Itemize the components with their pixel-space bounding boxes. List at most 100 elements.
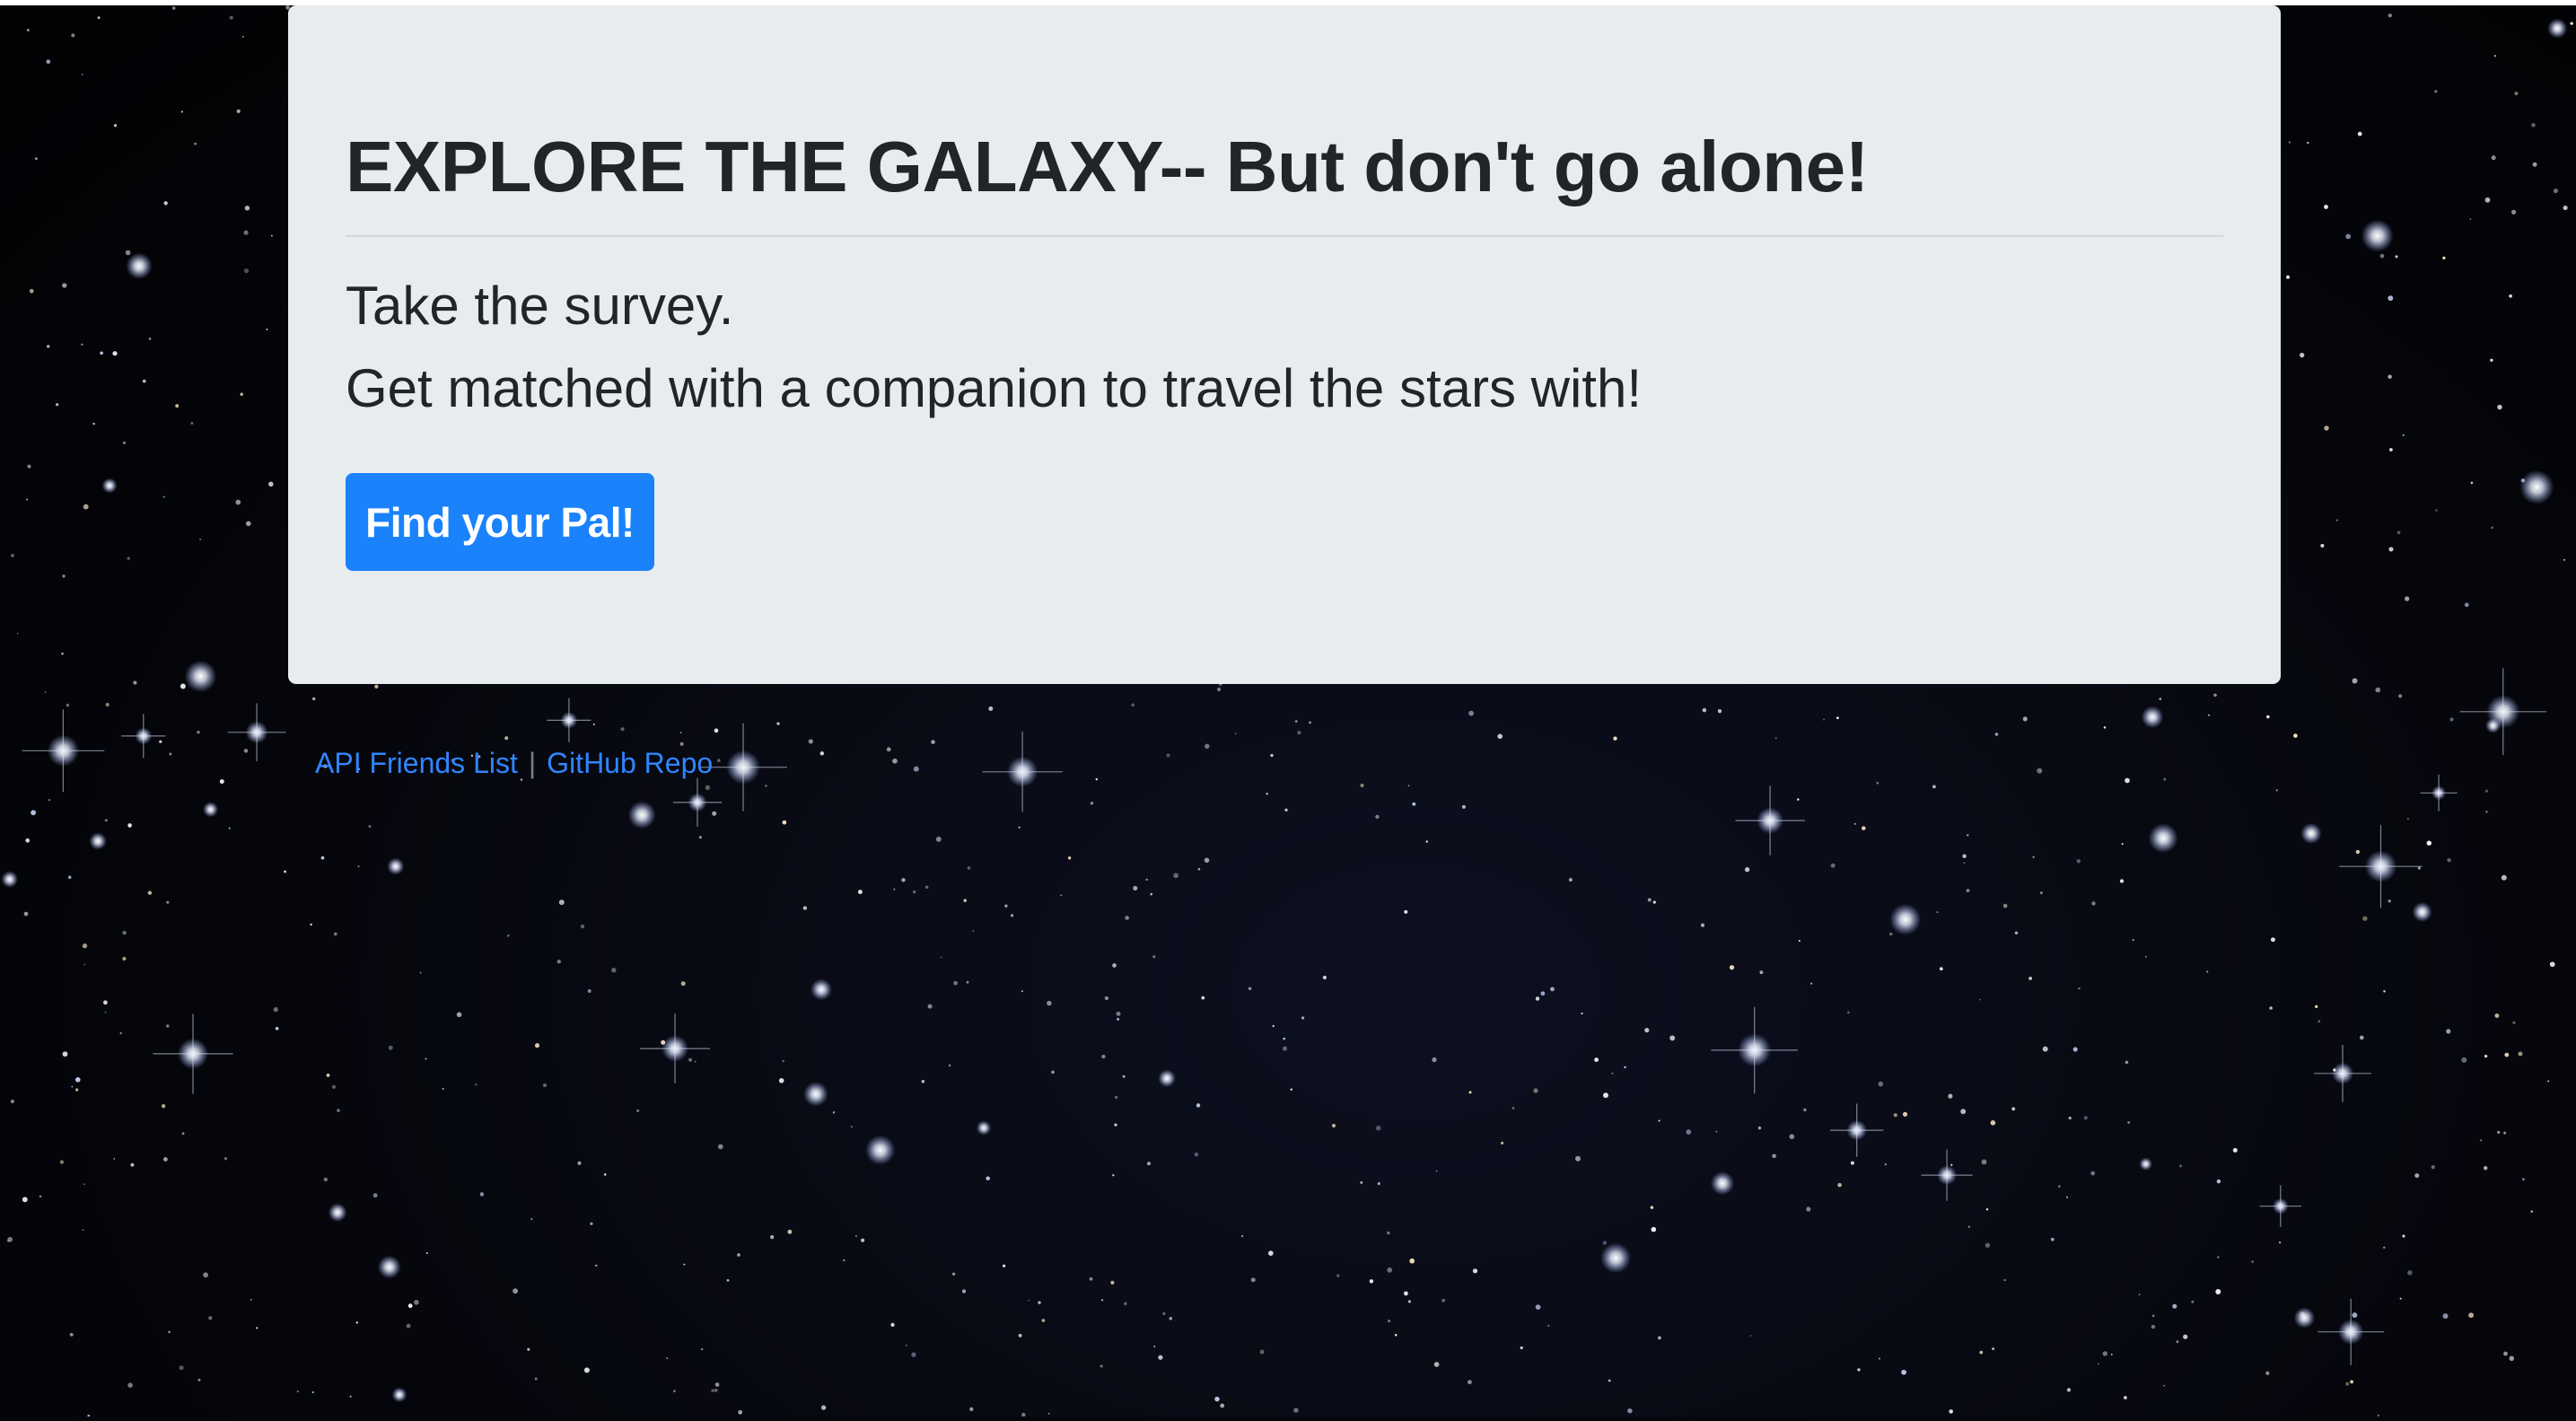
star bbox=[388, 1045, 393, 1050]
star bbox=[1197, 867, 1201, 871]
api-friends-list-link[interactable]: API Friends List bbox=[315, 747, 518, 780]
star bbox=[1166, 753, 1170, 758]
star bbox=[534, 1043, 540, 1048]
star bbox=[127, 823, 132, 828]
star bbox=[479, 1192, 485, 1197]
star bbox=[1902, 1111, 1908, 1117]
star bbox=[1535, 1304, 1541, 1310]
star bbox=[2028, 976, 2033, 980]
star bbox=[1949, 1409, 1953, 1414]
star bbox=[1715, 1130, 1718, 1133]
star bbox=[2042, 1046, 2048, 1052]
star bbox=[1435, 1170, 1438, 1172]
star bbox=[886, 747, 891, 752]
star bbox=[2279, 1241, 2282, 1244]
hero-panel: EXPLORE THE GALAXY-- But don't go alone!… bbox=[288, 5, 2281, 684]
star bbox=[726, 1279, 730, 1282]
star bbox=[843, 1259, 846, 1262]
star bbox=[636, 1109, 640, 1112]
star bbox=[1407, 1300, 1411, 1303]
star bbox=[1028, 1299, 1030, 1302]
star bbox=[180, 110, 183, 113]
star bbox=[738, 1409, 743, 1415]
star bbox=[986, 1176, 990, 1180]
star bbox=[1936, 911, 1939, 913]
star bbox=[1985, 1208, 1989, 1211]
star bbox=[921, 1079, 925, 1083]
star bbox=[2493, 55, 2496, 57]
star bbox=[595, 1264, 598, 1267]
star bbox=[312, 697, 316, 701]
star bbox=[1240, 1234, 1244, 1238]
star bbox=[414, 1299, 419, 1305]
star bbox=[2270, 937, 2275, 943]
star bbox=[1960, 1109, 1967, 1115]
star bbox=[1837, 1182, 1842, 1188]
star bbox=[2350, 1380, 2353, 1384]
star bbox=[2090, 1171, 2096, 1176]
star bbox=[235, 499, 241, 505]
star bbox=[787, 1229, 793, 1234]
star bbox=[1594, 1057, 1599, 1062]
star bbox=[2091, 901, 2096, 906]
star bbox=[71, 1085, 74, 1088]
star bbox=[2484, 789, 2488, 793]
star bbox=[1857, 1368, 1861, 1372]
star bbox=[592, 723, 595, 726]
star bbox=[2110, 1354, 2113, 1355]
bright-star bbox=[2300, 822, 2322, 845]
bright-star bbox=[2141, 706, 2164, 729]
star bbox=[1686, 1129, 1692, 1135]
star bbox=[1511, 1106, 1515, 1110]
star bbox=[1729, 965, 1735, 970]
star bbox=[2447, 857, 2451, 863]
star bbox=[425, 1251, 428, 1255]
star bbox=[2389, 448, 2393, 452]
star bbox=[1963, 862, 1966, 864]
star bbox=[1201, 996, 1205, 1000]
star bbox=[770, 1234, 775, 1240]
star bbox=[861, 1238, 865, 1242]
star bbox=[1301, 1016, 1305, 1020]
star bbox=[2066, 1388, 2072, 1392]
star bbox=[161, 1104, 166, 1109]
star bbox=[1018, 1333, 1022, 1338]
star bbox=[1647, 898, 1652, 902]
star bbox=[243, 230, 249, 235]
star bbox=[97, 16, 101, 20]
star bbox=[475, 1083, 478, 1086]
star bbox=[2163, 777, 2167, 781]
star bbox=[1294, 720, 1298, 724]
star bbox=[22, 1197, 28, 1203]
star bbox=[603, 1173, 607, 1176]
star bbox=[62, 283, 67, 288]
star bbox=[1004, 904, 1008, 908]
star bbox=[1774, 737, 1777, 740]
star bbox=[35, 157, 38, 161]
star bbox=[1932, 785, 1936, 789]
star bbox=[2103, 726, 2107, 729]
star bbox=[530, 1217, 533, 1221]
star bbox=[1468, 710, 1474, 716]
star bbox=[1112, 1174, 1115, 1177]
star bbox=[679, 732, 682, 734]
star bbox=[558, 899, 565, 906]
star bbox=[2002, 903, 2008, 908]
bright-star bbox=[2293, 1307, 2316, 1329]
star bbox=[1266, 793, 1268, 795]
find-your-pal-button[interactable]: Find your Pal! bbox=[346, 473, 654, 571]
star bbox=[1283, 1037, 1285, 1040]
star bbox=[1133, 885, 1138, 890]
star bbox=[1089, 1276, 1093, 1281]
star bbox=[2217, 1256, 2220, 1259]
star bbox=[1847, 1011, 1850, 1014]
star bbox=[1803, 1108, 1807, 1112]
star bbox=[1409, 1258, 1415, 1264]
star bbox=[1624, 1066, 1626, 1069]
github-repo-link[interactable]: GitHub Repo bbox=[547, 747, 713, 780]
star bbox=[2461, 1057, 2467, 1063]
star bbox=[1284, 808, 1288, 811]
star bbox=[911, 1352, 916, 1357]
star bbox=[2300, 352, 2305, 358]
star bbox=[112, 351, 118, 356]
